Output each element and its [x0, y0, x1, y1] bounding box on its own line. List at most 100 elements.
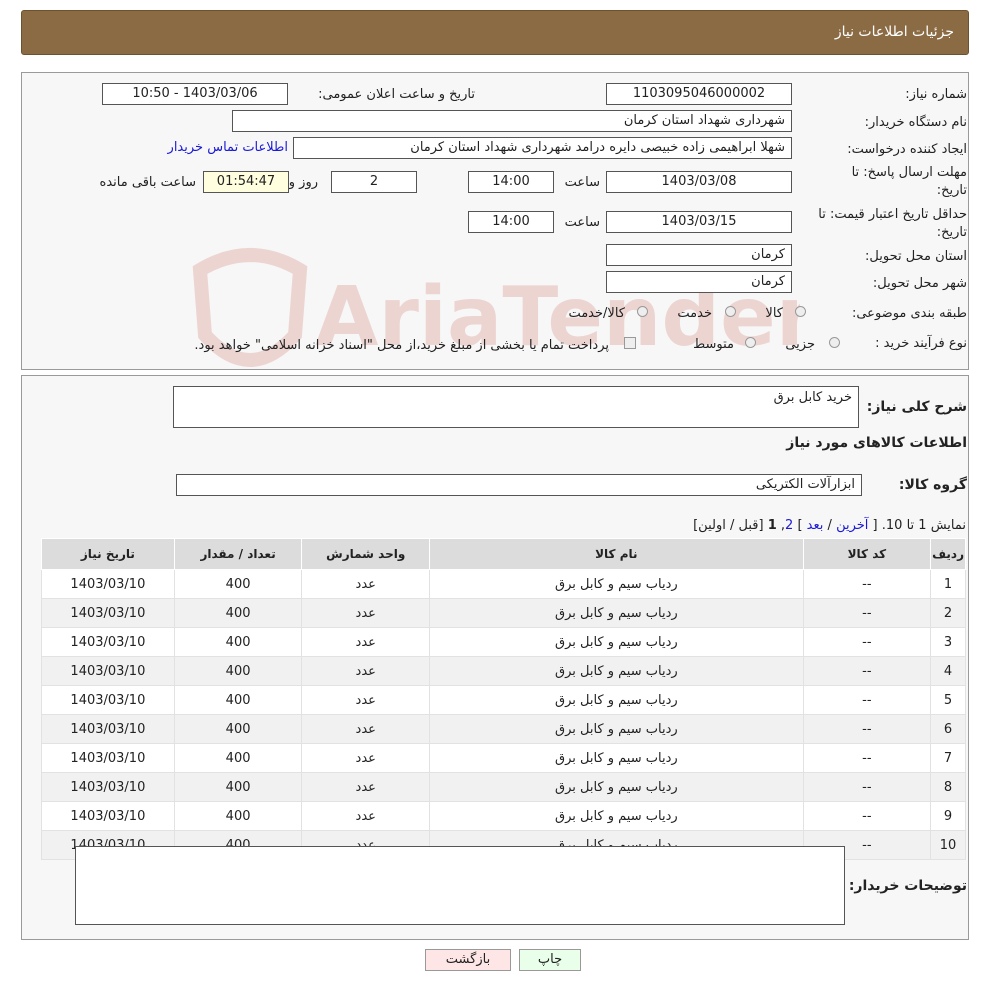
city-field: کرمان — [606, 271, 792, 293]
cell-quantity: 400 — [173, 598, 303, 628]
pagination-prev-first: [قبل / اولین] — [693, 518, 764, 533]
cell-unit: عدد — [301, 714, 431, 744]
cell-code: -- — [802, 627, 932, 657]
table-row: 1 -- ردیاب سیم و کابل برق عدد 400 1403/03/10 — [41, 569, 966, 599]
col-header-date: تاریخ نیاز — [41, 538, 175, 570]
pagination-separator: / — [827, 518, 832, 533]
cell-row-number: 10 — [930, 830, 966, 860]
table-header-row: ردیف کد کالا نام کالا واحد شمارش تعداد /… — [41, 538, 966, 570]
cell-name: ردیاب سیم و کابل برق — [429, 743, 804, 773]
creator-label: ایجاد کننده درخواست: — [847, 142, 967, 157]
page-header: جزئیات اطلاعات نیاز — [21, 10, 969, 55]
pagination-next-link[interactable]: بعد — [807, 518, 824, 533]
cell-name: ردیاب سیم و کابل برق — [429, 598, 804, 628]
validity-label-date: تاریخ: — [936, 225, 967, 240]
deadline-label: مهلت ارسال پاسخ: تا — [851, 165, 967, 180]
process-minor-label: جزیی — [785, 337, 815, 352]
table-row: 3 -- ردیاب سیم و کابل برق عدد 400 1403/03/10 — [41, 627, 966, 657]
cell-date: 1403/03/10 — [41, 598, 175, 628]
need-number-field: 1103095046000002 — [606, 83, 792, 105]
buyer-field: شهرداری شهداد استان کرمان — [232, 110, 792, 132]
validity-label: حداقل تاریخ اعتبار قیمت: تا — [818, 207, 967, 222]
days-field: 2 — [331, 171, 417, 193]
table-row: 8 -- ردیاب سیم و کابل برق عدد 400 1403/03/10 — [41, 772, 966, 802]
table-row: 4 -- ردیاب سیم و کابل برق عدد 400 1403/03/10 — [41, 656, 966, 686]
col-header-code: کد کالا — [802, 538, 932, 570]
buyer-notes-textarea[interactable] — [75, 846, 845, 925]
category-service-label: خدمت — [677, 306, 712, 321]
contact-buyer-link[interactable]: اطلاعات تماس خریدار — [168, 140, 288, 155]
validity-time-field: 14:00 — [468, 211, 554, 233]
cell-code: -- — [802, 772, 932, 802]
pagination: نمایش 1 تا 10. [ آخرین / بعد ] 2, 1 [قبل… — [693, 518, 966, 533]
deadline-time-field: 14:00 — [468, 171, 554, 193]
cell-name: ردیاب سیم و کابل برق — [429, 714, 804, 744]
col-header-quantity: تعداد / مقدار — [173, 538, 303, 570]
back-button[interactable]: بازگشت — [425, 949, 511, 971]
cell-quantity: 400 — [173, 772, 303, 802]
pagination-showing: نمایش 1 تا 10. — [881, 518, 966, 533]
cell-name: ردیاب سیم و کابل برق — [429, 569, 804, 599]
description-text: خرید کابل برق — [773, 390, 852, 405]
pagination-bracket-close: ] — [797, 518, 803, 533]
cell-row-number: 5 — [930, 685, 966, 715]
table-row: 6 -- ردیاب سیم و کابل برق عدد 400 1403/03/10 — [41, 714, 966, 744]
cell-unit: عدد — [301, 598, 431, 628]
page-title: جزئیات اطلاعات نیاز — [834, 24, 954, 40]
cell-code: -- — [802, 685, 932, 715]
description-label: شرح کلی نیاز: — [866, 399, 967, 415]
cell-date: 1403/03/10 — [41, 743, 175, 773]
deadline-time-label: ساعت — [564, 175, 600, 190]
pagination-page-2[interactable]: 2 — [785, 518, 793, 533]
cell-code: -- — [802, 743, 932, 773]
items-table: ردیف کد کالا نام کالا واحد شمارش تعداد /… — [41, 538, 966, 860]
process-medium-radio[interactable] — [745, 337, 756, 348]
cell-row-number: 9 — [930, 801, 966, 831]
group-field: ابزارآلات الکتریکی — [176, 474, 862, 496]
category-label: طبقه بندی موضوعی: — [851, 306, 967, 321]
cell-row-number: 4 — [930, 656, 966, 686]
cell-code: -- — [802, 656, 932, 686]
remaining-label: ساعت باقی مانده — [99, 175, 196, 190]
pagination-page-1: 1 — [767, 518, 777, 533]
cell-quantity: 400 — [173, 627, 303, 657]
table-row: 7 -- ردیاب سیم و کابل برق عدد 400 1403/03/10 — [41, 743, 966, 773]
category-goods-radio[interactable] — [795, 306, 806, 317]
announce-field: 1403/03/06 - 10:50 — [102, 83, 288, 105]
cell-quantity: 400 — [173, 569, 303, 599]
description-textarea[interactable]: خرید کابل برق — [173, 386, 859, 428]
cell-date: 1403/03/10 — [41, 569, 175, 599]
table-row: 2 -- ردیاب سیم و کابل برق عدد 400 1403/03/10 — [41, 598, 966, 628]
process-label: نوع فرآیند خرید : — [875, 336, 967, 351]
cell-date: 1403/03/10 — [41, 714, 175, 744]
pagination-last-link[interactable]: آخرین — [836, 518, 868, 533]
deadline-label-date: تاریخ: — [936, 183, 967, 198]
cell-row-number: 3 — [930, 627, 966, 657]
cell-row-number: 7 — [930, 743, 966, 773]
group-label: گروه کالا: — [898, 477, 967, 493]
deadline-date-field: 1403/03/08 — [606, 171, 792, 193]
cell-date: 1403/03/10 — [41, 772, 175, 802]
col-header-unit: واحد شمارش — [301, 538, 431, 570]
col-header-row-number: ردیف — [930, 538, 966, 570]
category-service-radio[interactable] — [725, 306, 736, 317]
cell-date: 1403/03/10 — [41, 656, 175, 686]
pagination-bracket-open: [ — [872, 518, 878, 533]
cell-name: ردیاب سیم و کابل برق — [429, 772, 804, 802]
cell-unit: عدد — [301, 569, 431, 599]
need-number-label: شماره نیاز: — [905, 87, 967, 102]
cell-date: 1403/03/10 — [41, 801, 175, 831]
cell-code: -- — [802, 801, 932, 831]
goods-info-title: اطلاعات کالاهای مورد نیاز — [786, 435, 967, 451]
cell-unit: عدد — [301, 627, 431, 657]
payment-note: پرداخت تمام یا بخشی از مبلغ خرید،از محل … — [194, 338, 609, 353]
category-both-radio[interactable] — [637, 306, 648, 317]
print-button[interactable]: چاپ — [519, 949, 581, 971]
buyer-notes-label: توضیحات خریدار: — [848, 878, 967, 894]
cell-quantity: 400 — [173, 685, 303, 715]
treasury-checkbox[interactable] — [624, 337, 636, 349]
days-label: روز و — [288, 175, 318, 190]
process-minor-radio[interactable] — [829, 337, 840, 348]
announce-label: تاریخ و ساعت اعلان عمومی: — [318, 87, 475, 102]
cell-row-number: 2 — [930, 598, 966, 628]
